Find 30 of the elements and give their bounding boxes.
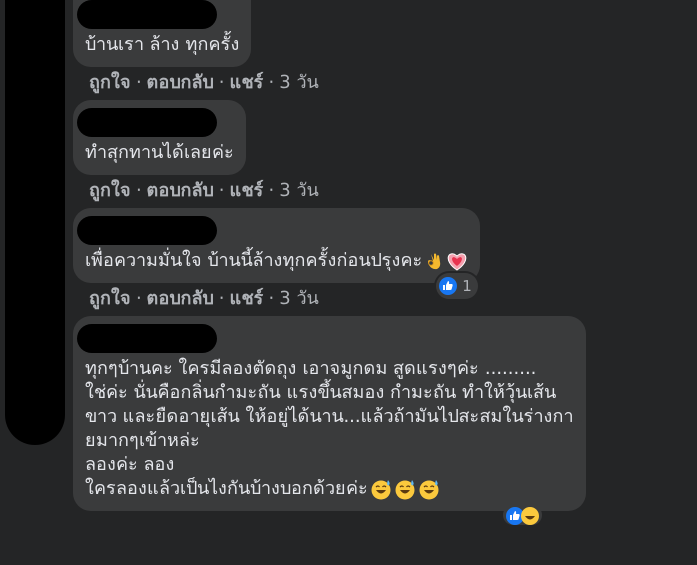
- like-icon: [439, 276, 458, 295]
- action-link[interactable]: ถูกใจ: [89, 180, 131, 202]
- separator-dot: ·: [267, 180, 276, 202]
- comment-text: เพื่อความมั่นใจ บ้านนี้ล้างทุกครั้งก่อนปรุงคะ: [85, 249, 468, 273]
- comment-text: บ้านเรา ล้าง ทุกครั้ง: [85, 33, 240, 57]
- like-icon: [506, 507, 524, 525]
- reaction-badge[interactable]: 1: [436, 272, 478, 299]
- action-link[interactable]: ถูกใจ: [89, 72, 131, 94]
- timestamp[interactable]: 3 วัน: [279, 288, 318, 310]
- comment-text: ทุกๆบ้านคะ ใครมีลองตัดถุง เอาจมูกดม สูดแรงๆค่ะ ......... ใช่ค่ะ นั่นคือกลิ่นกำมะถัน แรงขึ้นสมอง กำมะถัน ทำให้วุ้นเส้น ขาว และยืดอายุเส้น ให้อยู่ได้นาน...แล้วถ้ามันไปสะสมในร่างกา ยมากๆเข้าหล่ะ ลองค่ะ ลอง ใครลองแล้วเป็นไงกันบ้างบอกด้วยค่ะ: [85, 357, 574, 501]
- action-link[interactable]: ตอบกลับ: [146, 72, 214, 94]
- action-link[interactable]: ตอบกลับ: [146, 180, 214, 202]
- separator-dot: ·: [135, 180, 143, 202]
- separator-dot: ·: [267, 288, 276, 310]
- timestamp[interactable]: 3 วัน: [279, 72, 318, 94]
- comment-text: ทำสุกทานได้เลยค่ะ: [85, 141, 234, 165]
- separator-dot: ·: [218, 180, 226, 202]
- action-link[interactable]: แชร์: [229, 288, 264, 310]
- action-link[interactable]: ตอบกลับ: [146, 288, 214, 310]
- separator-dot: ·: [267, 72, 276, 94]
- laughing-face-icon: [520, 507, 539, 525]
- separator-dot: ·: [135, 72, 143, 94]
- action-link[interactable]: ถูกใจ: [89, 288, 131, 310]
- action-link[interactable]: แชร์: [229, 180, 264, 202]
- separator-dot: ·: [218, 288, 226, 310]
- reaction-badge[interactable]: [502, 505, 542, 525]
- timestamp[interactable]: 3 วัน: [279, 180, 318, 202]
- action-link[interactable]: แชร์: [229, 72, 264, 94]
- separator-dot: ·: [218, 72, 226, 94]
- separator-dot: ·: [135, 288, 143, 310]
